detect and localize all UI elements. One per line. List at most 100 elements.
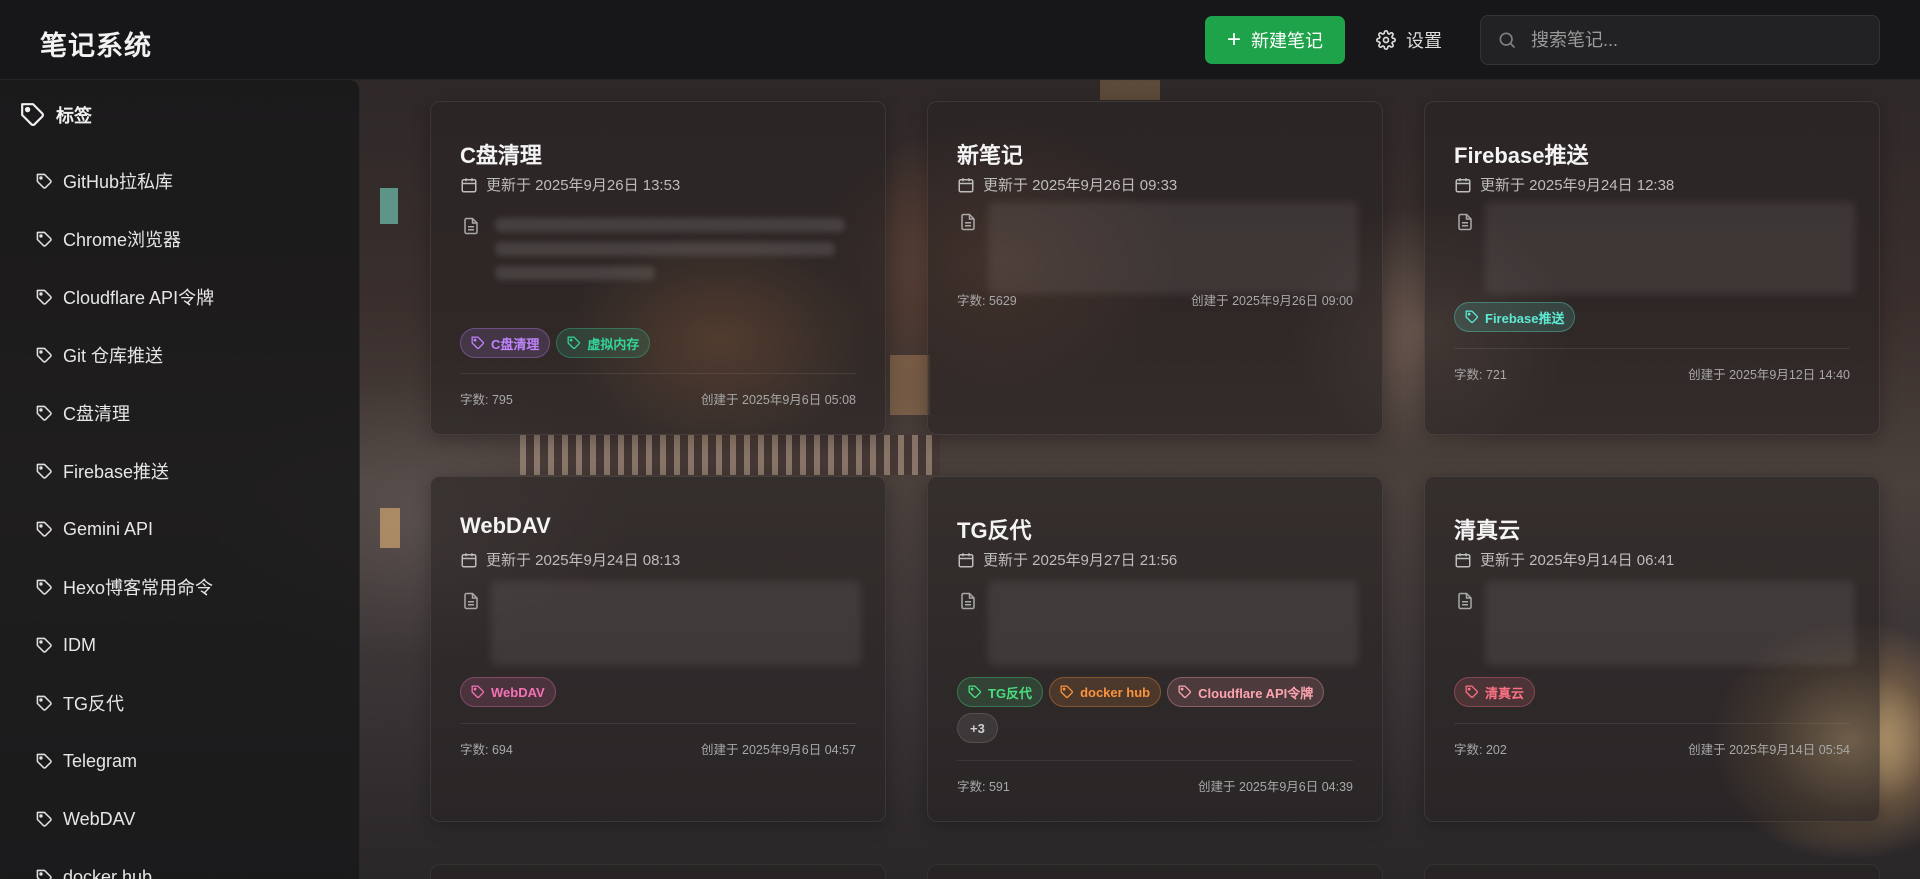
sidebar-tag-label: Chrome浏览器 <box>63 230 182 250</box>
sidebar-tag-item[interactable]: WebDAV <box>36 790 214 848</box>
note-tags: TG反代 docker hub Cloudflare API令牌 +3 <box>957 677 1357 743</box>
note-tag-chip[interactable]: TG反代 <box>957 677 1044 707</box>
sidebar-tag-item[interactable]: TG反代 <box>36 674 214 732</box>
tag-sidebar: 标签 GitHub拉私库 Chrome浏览器 Cloudflare API令牌 Git… <box>0 80 360 879</box>
note-card[interactable]: 清真云 更新于 2025年9月14日 06:41 清真云 字数: 202 创建于… <box>1424 476 1880 822</box>
note-updated-label: 更新于 2025年9月14日 06:41 <box>1480 552 1675 569</box>
note-tag-chip[interactable]: Cloudflare API令牌 <box>1167 677 1325 707</box>
note-tags: C盘清理 虚拟内存 <box>460 328 860 358</box>
note-word-count: 字数: 694 <box>460 743 513 757</box>
sidebar-tag-item[interactable]: IDM <box>36 616 214 674</box>
sidebar-tag-label: TG反代 <box>63 694 124 714</box>
settings-label: 设置 <box>1406 31 1442 51</box>
tag-icon <box>36 231 53 248</box>
note-card[interactable]: TG反代 更新于 2025年9月27日 21:56 TG反代 docker hu… <box>927 476 1383 822</box>
more-tags-badge[interactable]: +3 <box>957 713 998 743</box>
calendar-icon <box>1454 551 1472 569</box>
plus-icon: + <box>1226 26 1241 53</box>
note-card-partial[interactable] <box>1424 864 1880 879</box>
document-icon <box>1456 591 1474 611</box>
note-title: 清真云 <box>1454 518 1521 543</box>
tags-heading: 标签 <box>20 102 92 128</box>
sidebar-tag-item[interactable]: GitHub拉私库 <box>36 152 214 210</box>
sidebar-tag-item[interactable]: Hexo博客常用命令 <box>36 558 214 616</box>
search-box[interactable] <box>1480 15 1880 65</box>
note-created: 创建于 2025年9月14日 05:54 <box>1688 743 1850 757</box>
note-updated: 更新于 2025年9月26日 13:53 <box>460 174 680 195</box>
card-divider <box>460 723 856 724</box>
calendar-icon <box>1454 176 1472 194</box>
note-card[interactable]: C盘清理 更新于 2025年9月26日 13:53 C盘清理 虚拟内存 字数: … <box>430 101 886 435</box>
sidebar-tag-label: IDM <box>63 634 96 655</box>
note-card[interactable]: WebDAV 更新于 2025年9月24日 08:13 WebDAV 字数: 6… <box>430 476 886 822</box>
sidebar-tag-item[interactable]: Chrome浏览器 <box>36 210 214 268</box>
document-icon <box>462 216 480 236</box>
note-preview-blurred <box>988 581 1358 665</box>
note-word-count: 字数: 795 <box>460 393 513 407</box>
note-tag-chip[interactable]: C盘清理 <box>460 328 551 358</box>
app-title: 笔记系统 <box>40 31 152 61</box>
note-updated: 更新于 2025年9月24日 08:13 <box>460 549 680 570</box>
note-updated: 更新于 2025年9月27日 21:56 <box>957 549 1177 570</box>
tag-icon <box>36 869 53 879</box>
sidebar-tag-item[interactable]: Telegram <box>36 732 214 790</box>
note-created: 创建于 2025年9月12日 14:40 <box>1688 368 1850 382</box>
tag-icon <box>36 753 53 770</box>
note-created: 创建于 2025年9月26日 09:00 <box>1191 294 1353 308</box>
note-tag-chip[interactable]: 清真云 <box>1454 677 1536 707</box>
card-divider <box>1454 723 1850 724</box>
tag-icon <box>567 336 581 350</box>
note-tags: WebDAV <box>460 677 860 707</box>
sidebar-tag-item[interactable]: C盘清理 <box>36 384 214 442</box>
sidebar-tag-item[interactable]: Firebase推送 <box>36 442 214 500</box>
note-preview-blurred <box>988 202 1358 294</box>
sidebar-tag-item[interactable]: Gemini API <box>36 500 214 558</box>
note-preview-blurred <box>491 581 861 665</box>
tag-icon <box>471 685 485 699</box>
tag-icon <box>36 347 53 364</box>
calendar-icon <box>460 551 478 569</box>
note-meta: 字数: 721 创建于 2025年9月12日 14:40 <box>1454 364 1850 383</box>
top-bar: 笔记系统 + 新建笔记 设置 <box>0 0 1920 80</box>
note-tags: Firebase推送 <box>1454 302 1854 332</box>
sidebar-tag-item[interactable]: docker hub <box>36 848 214 879</box>
settings-button[interactable]: 设置 <box>1372 20 1446 60</box>
sidebar-tag-label: Cloudflare API令牌 <box>63 288 215 308</box>
note-preview-blurred <box>1485 202 1855 294</box>
tag-icon <box>471 336 485 350</box>
note-card-partial[interactable] <box>430 864 886 879</box>
note-tag-chip[interactable]: Firebase推送 <box>1454 302 1576 332</box>
tag-icon <box>36 405 53 422</box>
document-icon <box>1456 212 1474 232</box>
sidebar-tag-item[interactable]: Cloudflare API令牌 <box>36 268 214 326</box>
sidebar-tag-item[interactable]: Git 仓库推送 <box>36 326 214 384</box>
note-word-count: 字数: 591 <box>957 780 1010 794</box>
note-word-count: 字数: 202 <box>1454 743 1507 757</box>
card-divider <box>957 760 1353 761</box>
note-meta: 字数: 591 创建于 2025年9月6日 04:39 <box>957 776 1353 795</box>
tag-icon <box>36 637 53 654</box>
note-card-partial[interactable] <box>927 864 1383 879</box>
note-tag-label: WebDAV <box>491 684 545 700</box>
note-tag-chip[interactable]: WebDAV <box>460 677 556 707</box>
sidebar-tag-label: C盘清理 <box>63 404 130 424</box>
tag-icon <box>20 102 46 128</box>
tag-icon <box>36 521 53 538</box>
note-tag-chip[interactable]: docker hub <box>1049 677 1162 707</box>
note-title: TG反代 <box>957 518 1032 543</box>
gear-icon <box>1376 30 1396 50</box>
note-meta: 字数: 694 创建于 2025年9月6日 04:57 <box>460 739 856 758</box>
tag-icon <box>36 289 53 306</box>
sidebar-tag-label: Telegram <box>63 750 138 771</box>
search-input[interactable] <box>1531 29 1861 51</box>
note-created: 创建于 2025年9月6日 05:08 <box>701 393 856 407</box>
note-card[interactable]: 新笔记 更新于 2025年9月26日 09:33 字数: 5629 创建于 20… <box>927 101 1383 435</box>
note-created: 创建于 2025年9月6日 04:39 <box>1198 780 1353 794</box>
note-card[interactable]: Firebase推送 更新于 2025年9月24日 12:38 Firebase… <box>1424 101 1880 435</box>
tag-icon <box>1060 685 1074 699</box>
note-updated: 更新于 2025年9月26日 09:33 <box>957 174 1177 195</box>
note-title: C盘清理 <box>460 143 542 168</box>
note-tag-chip[interactable]: 虚拟内存 <box>556 328 651 358</box>
tag-icon <box>36 811 53 828</box>
new-note-button[interactable]: + 新建笔记 <box>1205 16 1345 64</box>
